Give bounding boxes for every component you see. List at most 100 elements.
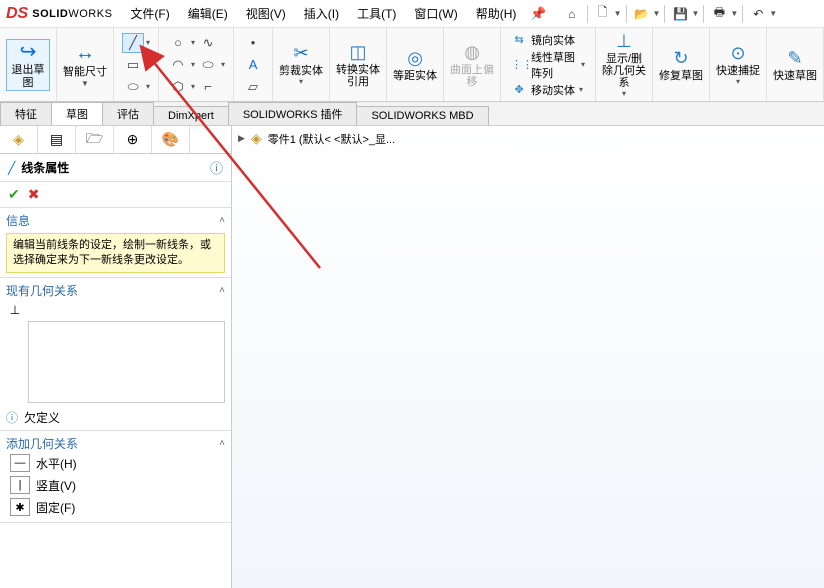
- trim-label: 剪裁实体: [279, 65, 323, 77]
- circle-tool[interactable]: ○: [167, 33, 189, 53]
- offset-button[interactable]: ◎ 等距实体: [393, 48, 437, 82]
- panel-tab-dim[interactable]: ⊕: [114, 126, 152, 153]
- chevron-down-icon[interactable]: ▾: [736, 77, 740, 86]
- save-icon[interactable]: 💾: [669, 3, 691, 25]
- horizontal-icon: —: [10, 454, 30, 472]
- chevron-down-icon[interactable]: ▼: [730, 9, 738, 18]
- menu-file[interactable]: 文件(F): [124, 3, 175, 24]
- cancel-button[interactable]: ✖: [28, 186, 40, 203]
- panel-tab-appearance[interactable]: 🎨: [152, 126, 190, 153]
- tab-addins[interactable]: SOLIDWORKS 插件: [228, 102, 358, 125]
- menu-window[interactable]: 窗口(W): [408, 3, 463, 24]
- move-button[interactable]: ✥移动实体▾: [511, 82, 585, 98]
- linear-pattern-button[interactable]: ⋮⋮线性草图阵列▾: [511, 49, 585, 81]
- smart-dimension-button[interactable]: ↔ 智能尺寸 ▼: [63, 42, 107, 88]
- fillet-tool[interactable]: ⌐: [197, 77, 219, 97]
- chevron-down-icon[interactable]: ▾: [146, 38, 150, 47]
- panel-tab-feature[interactable]: ◈: [0, 126, 38, 153]
- add-horizontal[interactable]: —水平(H): [6, 452, 225, 474]
- show-hide-relations-button[interactable]: ⊥ 显示/删除几何关系 ▾: [602, 31, 646, 98]
- breadcrumb[interactable]: ▶ ◈ 零件1 (默认< <默认>_显...: [238, 130, 395, 147]
- plane-tool[interactable]: ▱: [242, 77, 264, 97]
- add-fix[interactable]: ✱固定(F): [6, 496, 225, 518]
- mirror-icon: ⇆: [511, 33, 527, 46]
- chevron-right-icon: ▶: [238, 133, 245, 144]
- rectangle-tool[interactable]: ▭: [122, 55, 144, 75]
- smart-dimension-icon: ↔: [75, 42, 95, 66]
- relations-icon: ⊥: [616, 31, 632, 53]
- ok-button[interactable]: ✔: [8, 186, 20, 203]
- quick-sketch-label: 快速草图: [773, 70, 817, 82]
- chevron-down-icon[interactable]: ▾: [146, 82, 150, 91]
- chevron-down-icon[interactable]: ▾: [581, 60, 585, 69]
- chevron-down-icon[interactable]: ▾: [191, 82, 195, 91]
- menu-insert[interactable]: 插入(I): [298, 3, 345, 24]
- open-icon[interactable]: 📂: [631, 3, 653, 25]
- add-vertical[interactable]: |竖直(V): [6, 474, 225, 496]
- move-label: 移动实体: [531, 82, 575, 98]
- menu-tools[interactable]: 工具(T): [351, 3, 402, 24]
- line-tool[interactable]: ╱: [122, 33, 144, 53]
- mirror-button[interactable]: ⇆ 镜向实体: [511, 32, 585, 48]
- help-icon[interactable]: ⓘ: [210, 158, 223, 177]
- separator: [742, 5, 743, 23]
- chevron-down-icon[interactable]: ▾: [299, 77, 303, 86]
- arc-tool[interactable]: ◠: [167, 55, 189, 75]
- existing-relations-list[interactable]: [28, 321, 225, 403]
- chevron-down-icon[interactable]: ▾: [221, 60, 225, 69]
- ellipse-tool[interactable]: ⬭: [197, 55, 219, 75]
- repair-sketch-button[interactable]: ↻ 修复草图: [659, 48, 703, 82]
- repair-label: 修复草图: [659, 70, 703, 82]
- mirror-label: 镜向实体: [531, 32, 575, 48]
- surface-offset-label: 曲面上偏移: [450, 64, 494, 88]
- trim-button[interactable]: ✂ 剪裁实体 ▾: [279, 43, 323, 86]
- print-icon[interactable]: 🖶: [708, 3, 730, 25]
- chevron-down-icon[interactable]: ▾: [191, 38, 195, 47]
- slot-tool[interactable]: ⬭: [122, 77, 144, 97]
- spline-tool[interactable]: ∿: [197, 33, 219, 53]
- panel-tab-config[interactable]: 🗁: [76, 126, 114, 153]
- chevron-down-icon[interactable]: ▼: [653, 9, 661, 18]
- section-add-relations-header[interactable]: 添加几何关系˄: [6, 435, 225, 452]
- chevron-down-icon[interactable]: ▾: [146, 60, 150, 69]
- menu-help[interactable]: 帮助(H): [470, 3, 523, 24]
- tab-feature[interactable]: 特征: [0, 102, 52, 125]
- exit-sketch-button[interactable]: ↪ 退出草图: [6, 39, 50, 91]
- quick-sketch-icon: ✎: [787, 48, 802, 70]
- tab-dimxpert[interactable]: DimXpert: [153, 106, 229, 125]
- chevron-down-icon[interactable]: ▼: [769, 9, 777, 18]
- pin-icon[interactable]: 📌: [530, 6, 546, 22]
- logo-ds: DS: [6, 5, 28, 23]
- menu-view[interactable]: 视图(V): [240, 3, 292, 24]
- home-icon[interactable]: ⌂: [561, 3, 583, 25]
- tab-evaluate[interactable]: 评估: [102, 102, 154, 125]
- tab-sketch[interactable]: 草图: [51, 102, 103, 125]
- chevron-down-icon[interactable]: ▼: [614, 9, 622, 18]
- show-hide-label: 显示/删除几何关系: [602, 53, 646, 89]
- tab-mbd[interactable]: SOLIDWORKS MBD: [356, 106, 488, 125]
- surface-offset-button: ◍ 曲面上偏移: [450, 42, 494, 88]
- chevron-down-icon[interactable]: ▼: [691, 9, 699, 18]
- chevron-down-icon[interactable]: ▼: [81, 79, 89, 88]
- quick-sketch-button[interactable]: ✎ 快速草图: [773, 48, 817, 82]
- convert-icon: ◫: [350, 42, 367, 64]
- separator: [587, 5, 588, 23]
- menu-edit[interactable]: 编辑(E): [182, 3, 234, 24]
- separator: [703, 5, 704, 23]
- chevron-down-icon[interactable]: ▾: [579, 85, 583, 94]
- point-tool[interactable]: •: [242, 33, 264, 53]
- polygon-tool[interactable]: ⬡: [167, 77, 189, 97]
- viewport[interactable]: ▶ ◈ 零件1 (默认< <默认>_显...: [232, 126, 824, 588]
- undo-icon[interactable]: ↶: [747, 3, 769, 25]
- section-info-header[interactable]: 信息˄: [6, 212, 225, 229]
- quick-snap-button[interactable]: ⊙ 快速捕捉 ▾: [716, 43, 760, 86]
- convert-button[interactable]: ◫ 转换实体引用: [336, 42, 380, 88]
- text-tool[interactable]: A: [242, 55, 264, 75]
- section-existing-relations-header[interactable]: 现有几何关系˄: [6, 282, 225, 299]
- chevron-up-icon: ˄: [219, 215, 225, 226]
- chevron-down-icon[interactable]: ▾: [622, 89, 626, 98]
- panel-tab-property[interactable]: ▤: [38, 126, 76, 153]
- new-icon[interactable]: 🗋: [592, 3, 614, 25]
- chevron-down-icon[interactable]: ▾: [191, 60, 195, 69]
- under-defined-status: ⓘ 欠定义: [6, 409, 225, 426]
